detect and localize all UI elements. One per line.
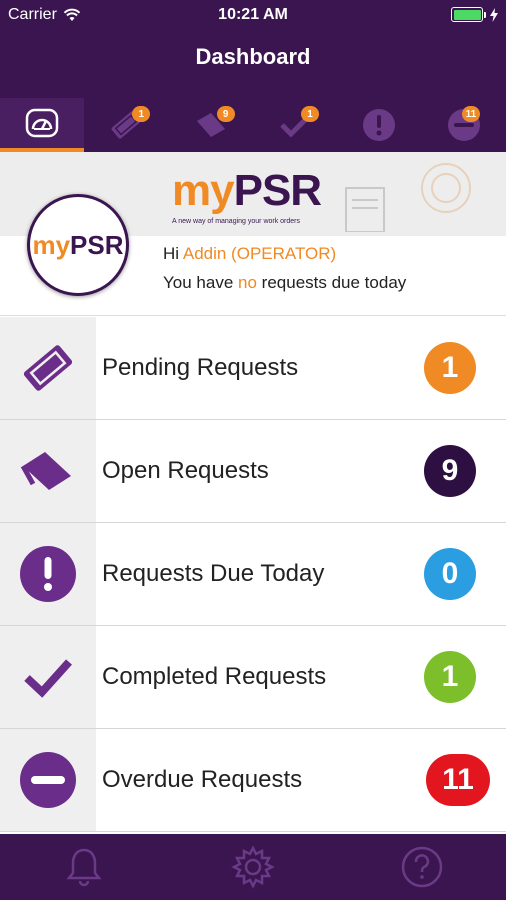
pending-badge: 1 (132, 106, 151, 122)
list-item-open[interactable]: Open Requests 9 (0, 420, 506, 523)
user-name: Addin (OPERATOR) (182, 244, 337, 263)
tab-due-today[interactable] (337, 98, 421, 152)
count-badge: 1 (424, 342, 476, 394)
tab-dashboard[interactable] (0, 98, 85, 152)
top-bar: Carrier 10:21 AM Dashboard 1 9 1 11 (0, 0, 506, 152)
page-title: Dashboard (195, 44, 311, 69)
list-item-label: Overdue Requests (102, 766, 303, 793)
completed-badge: 1 (300, 106, 319, 122)
due-summary: You have no requests due today (163, 273, 407, 292)
count-badge: 0 (424, 548, 476, 600)
overdue-badge: 11 (461, 106, 481, 122)
count-badge: 11 (426, 754, 490, 806)
minus-circle-icon (20, 752, 76, 808)
mypsr-logo: myPSR (172, 166, 322, 215)
tab-bar: 1 9 1 11 (0, 98, 506, 152)
ticket-icon (23, 345, 73, 391)
clock: 10:21 AM (218, 6, 288, 23)
request-list: Pending Requests 1 Open Requests 9 Reque… (0, 317, 506, 832)
bell-icon (66, 848, 102, 887)
avatar[interactable]: my PSR (27, 194, 129, 296)
background-illustration (345, 163, 471, 232)
tab-completed[interactable]: 1 (253, 98, 337, 152)
list-item-label: Completed Requests (102, 663, 327, 690)
tagline: A new way of managing your work orders (172, 218, 301, 225)
list-item-pending[interactable]: Pending Requests 1 (0, 317, 506, 420)
notifications-button[interactable] (0, 834, 169, 900)
exclamation-icon (20, 546, 76, 602)
list-item-label: Requests Due Today (102, 560, 325, 587)
tab-pending[interactable]: 1 (84, 98, 168, 152)
list-item-label: Pending Requests (102, 354, 299, 381)
help-icon (401, 846, 442, 888)
speedometer-icon (25, 108, 59, 138)
list-item-completed[interactable]: Completed Requests 1 (0, 626, 506, 729)
count-badge: 1 (424, 651, 476, 703)
tab-overdue[interactable]: 11 (422, 98, 506, 152)
count-badge: 9 (424, 445, 476, 497)
list-item-due-today[interactable]: Requests Due Today 0 (0, 523, 506, 626)
checkmark-icon (24, 659, 72, 698)
tab-open[interactable]: 9 (169, 98, 253, 152)
bottom-nav (0, 834, 506, 900)
status-bar: Carrier 10:21 AM (0, 0, 506, 30)
flag-icon (20, 452, 71, 490)
help-button[interactable] (337, 834, 506, 900)
gear-icon (231, 845, 275, 889)
open-badge: 9 (216, 106, 235, 122)
list-item-label: Open Requests (102, 457, 269, 484)
battery-icon (451, 7, 498, 22)
charging-bolt-icon (490, 7, 498, 22)
greeting: Hi Addin (OPERATOR) (163, 244, 337, 263)
list-item-overdue[interactable]: Overdue Requests 11 (0, 729, 506, 832)
exclamation-icon (363, 109, 396, 141)
settings-button[interactable] (169, 834, 338, 900)
